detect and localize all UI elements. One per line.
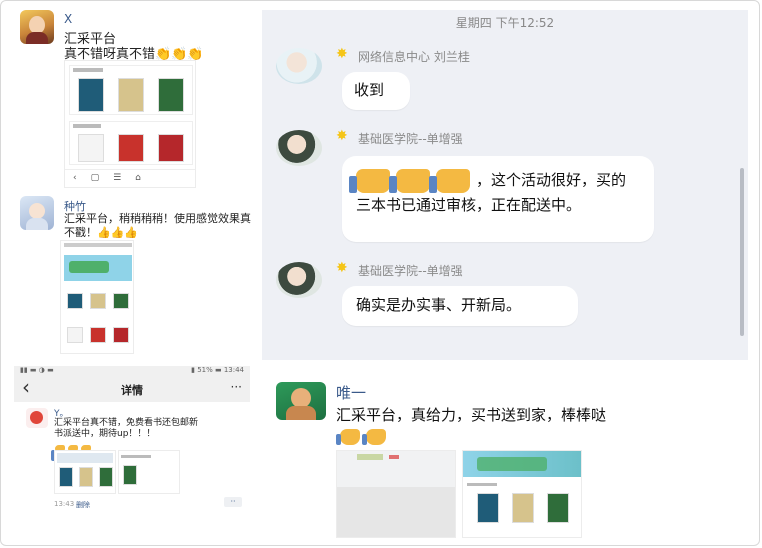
star-icon: ✸ xyxy=(336,128,348,144)
avatar[interactable] xyxy=(20,10,54,44)
thumbs-up-icon xyxy=(389,168,430,193)
status-bar: ▮▮ ▬ ◑ ▬ ▮ 51% ▬ 13:44 xyxy=(14,366,250,378)
screenshot-thumbnail[interactable] xyxy=(54,450,116,494)
status-right: ▮ 51% ▬ 13:44 xyxy=(191,366,244,374)
detail-screen: ▮▮ ▬ ◑ ▬ ▮ 51% ▬ 13:44 ‹ 详情 ··· Y。 汇采平台真… xyxy=(14,366,250,512)
message-bubble[interactable]: 确实是办实事、开新局。 xyxy=(342,286,578,326)
avatar[interactable] xyxy=(276,382,326,420)
user-name: 唯一 xyxy=(336,384,367,402)
message-bubble[interactable]: ，这个活动很好，买的三本书已通过审核，正在配送中。 xyxy=(342,156,654,242)
page-title: 详情 xyxy=(121,384,143,397)
sender-name: 基础医学院--单增强 xyxy=(358,264,463,278)
post-text: 汇采平台，真给力，买书送到家，棒棒哒 xyxy=(336,406,607,424)
message-text: 确实是办实事、开新局。 xyxy=(356,296,522,314)
sender-name: 网络信息中心 刘兰桂 xyxy=(358,50,470,64)
screenshot-thumbnail[interactable]: ‹▢☰⌂ xyxy=(64,60,196,188)
thumbs-up-icon xyxy=(362,428,386,445)
thumbs-up-icon xyxy=(429,168,470,193)
status-icons: ▮▮ ▬ ◑ ▬ xyxy=(20,366,54,374)
user-name: X xyxy=(64,12,73,26)
like-icons xyxy=(336,426,389,445)
star-icon: ✸ xyxy=(336,46,348,62)
message-text: 收到 xyxy=(354,81,385,99)
more-icon[interactable]: ··· xyxy=(231,380,242,394)
sender-name: 基础医学院--单增强 xyxy=(358,132,463,146)
star-icon: ✸ xyxy=(336,260,348,276)
thumbs-up-icon xyxy=(336,428,360,445)
avatar[interactable] xyxy=(276,48,322,84)
chat-panel: 星期四 下午12:52 ✸ 网络信息中心 刘兰桂 收到 ✸ 基础医学院--单增强… xyxy=(262,10,748,360)
avatar[interactable] xyxy=(26,408,48,428)
comment-button[interactable]: ·· xyxy=(224,497,242,507)
avatar[interactable] xyxy=(20,196,54,230)
screenshot-thumbnail[interactable] xyxy=(118,450,180,494)
delete-link[interactable]: 删除 xyxy=(76,500,90,510)
scrollbar[interactable] xyxy=(740,168,744,336)
avatar[interactable] xyxy=(276,262,322,298)
screenshot-thumbnail[interactable] xyxy=(60,240,134,354)
post-text: 汇采平台真不错，免费看书还包邮新书派送中，期待up！！！ xyxy=(54,418,199,439)
screenshot-thumbnail[interactable] xyxy=(462,450,582,538)
chat-timestamp: 星期四 下午12:52 xyxy=(455,16,555,30)
post-text: 汇采平台，稍稍稍稍！使用感觉效果真不戳！👍👍👍 xyxy=(64,212,251,239)
post-time: 13:43 xyxy=(54,500,75,508)
thumbs-up-icon xyxy=(349,168,390,193)
screenshot-thumbnail[interactable] xyxy=(336,450,456,538)
message-bubble[interactable]: 收到 xyxy=(342,72,410,110)
avatar[interactable] xyxy=(276,130,322,166)
detail-header: ‹ 详情 ··· xyxy=(14,375,250,402)
